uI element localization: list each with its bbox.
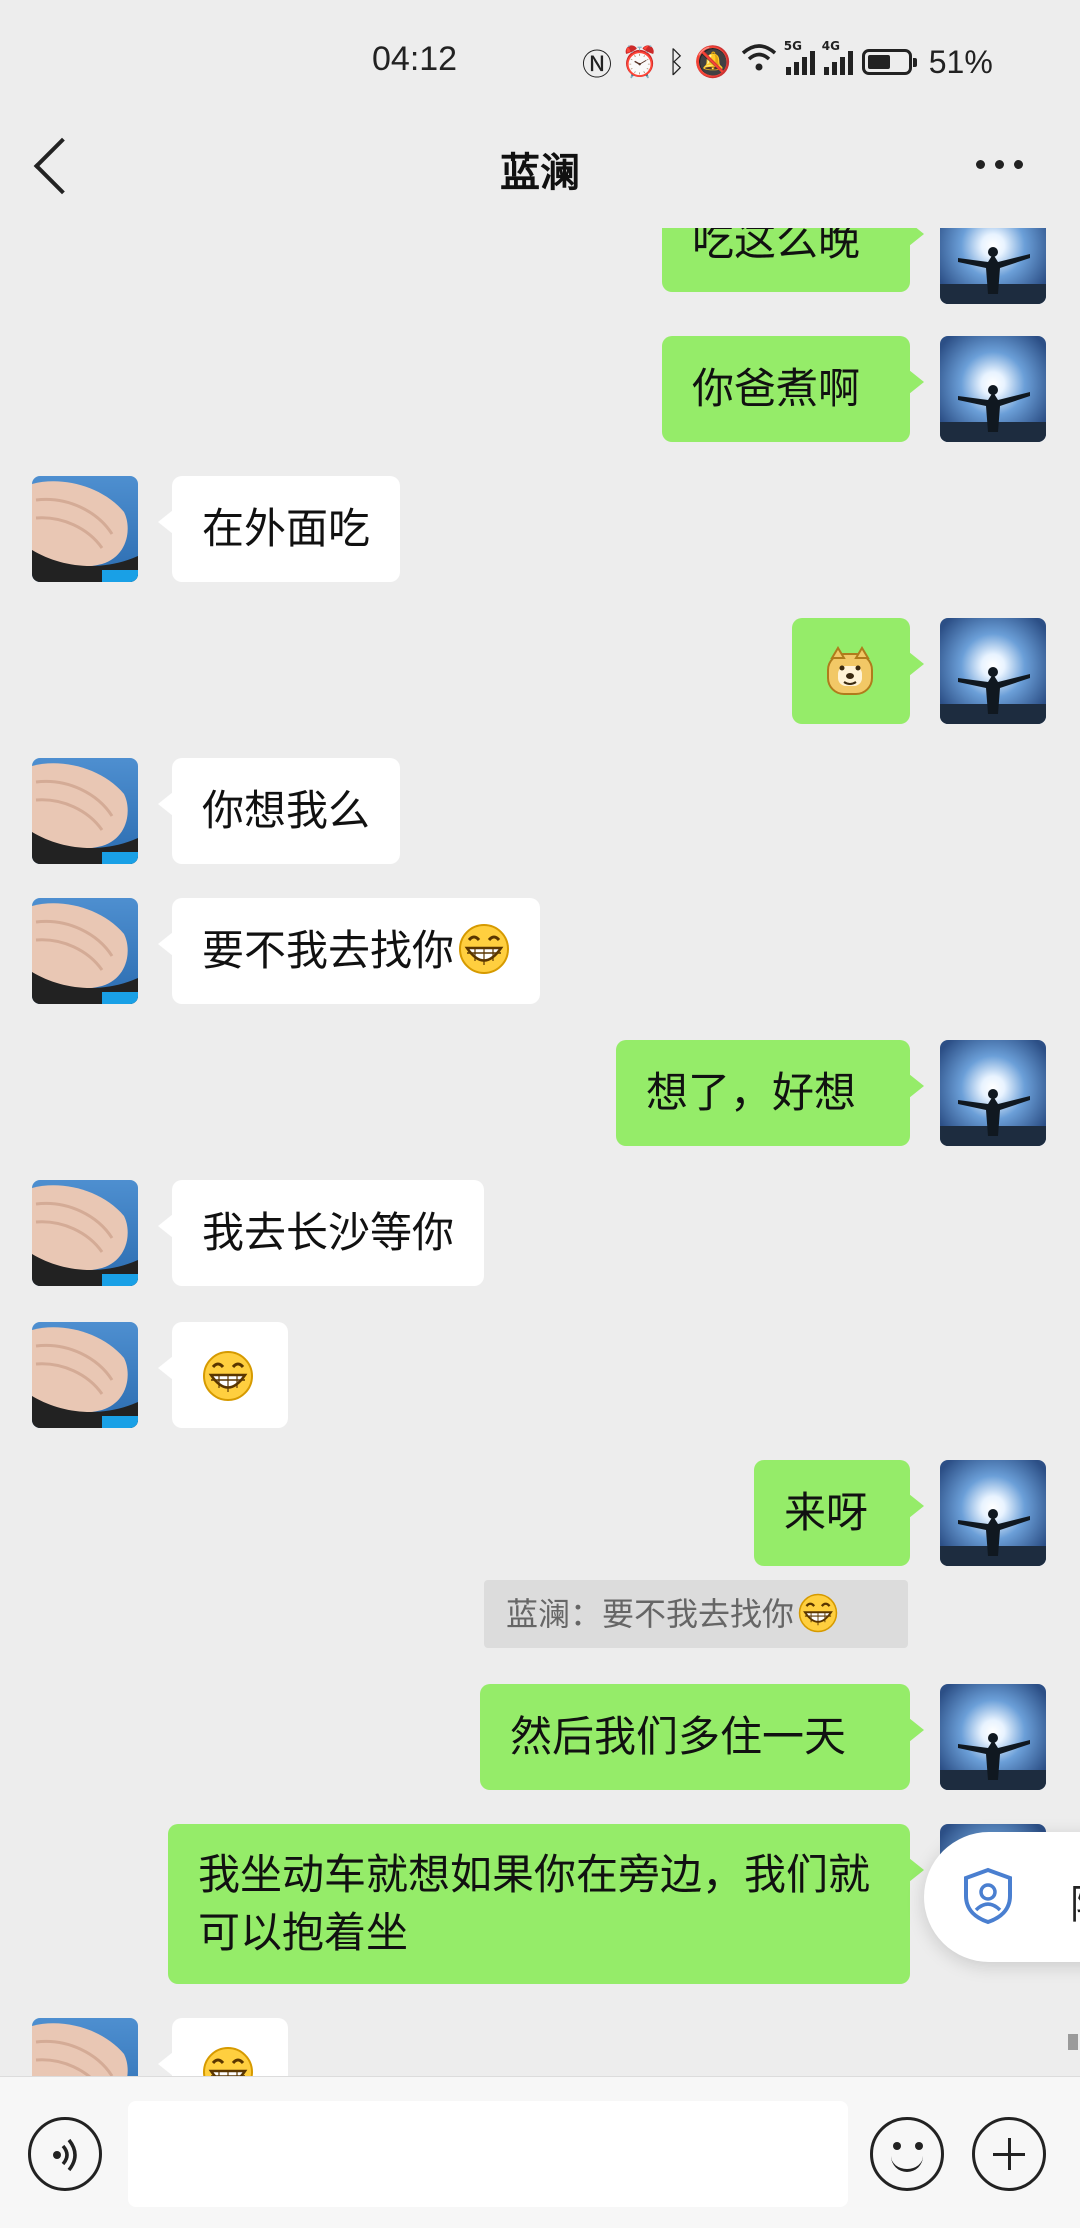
- shield-user-icon: [964, 1867, 1012, 1925]
- chat-title: 蓝澜: [500, 150, 580, 196]
- bluetooth-icon: ᛒ: [667, 44, 686, 80]
- battery-icon: [861, 49, 917, 75]
- message-bubble-incoming[interactable]: 你想我么: [157, 758, 401, 864]
- avatar-self[interactable]: [940, 1460, 1046, 1566]
- avatar-self[interactable]: [940, 1040, 1046, 1146]
- message-bubble-incoming[interactable]: 要不我去找你: [157, 898, 541, 1004]
- grin-emoji: [458, 923, 510, 975]
- message-bubble-outgoing[interactable]: 然后我们多住一天: [480, 1684, 924, 1790]
- message-bubble-outgoing[interactable]: 想了，好想: [616, 1040, 924, 1146]
- voice-icon: [53, 2138, 77, 2172]
- alarm-icon: ⏰: [621, 44, 659, 80]
- avatar-contact[interactable]: [32, 758, 138, 864]
- message-bubble-outgoing[interactable]: 吃这么晚: [662, 228, 924, 292]
- floating-privacy-button[interactable]: 隐: [924, 1832, 1080, 1962]
- avatar-contact[interactable]: [32, 2018, 138, 2076]
- message-list[interactable]: 吃这么晚 你爸煮啊 在外面吃 你想我么 要不我去找你 想了，好想 我去长沙等你 …: [0, 228, 1080, 2076]
- message-bubble-outgoing[interactable]: [792, 618, 924, 724]
- status-bar: 04:12 Ⓝ ⏰ ᛒ 🔕 5G 4G 51%: [0, 0, 1080, 124]
- message-bubble-outgoing[interactable]: 我坐动车就想如果你在旁边，我们就可以抱着坐: [168, 1824, 924, 1984]
- scroll-indicator: [1068, 2034, 1078, 2050]
- nfc-icon: Ⓝ: [582, 48, 612, 83]
- avatar-self[interactable]: [940, 228, 1046, 304]
- avatar-contact[interactable]: [32, 898, 138, 1004]
- avatar-contact[interactable]: [32, 1322, 138, 1428]
- message-bubble-outgoing[interactable]: 来呀: [754, 1460, 924, 1566]
- message-bubble-incoming[interactable]: [158, 2018, 288, 2076]
- grin-emoji: [798, 1593, 838, 1633]
- signal-5g-icon: 5G: [784, 39, 815, 75]
- avatar-self[interactable]: [940, 336, 1046, 442]
- message-bubble-incoming[interactable]: 在外面吃: [157, 476, 401, 582]
- message-input[interactable]: [128, 2101, 848, 2207]
- wifi-icon: [741, 43, 777, 81]
- status-time: 04:12: [372, 40, 458, 78]
- avatar-self[interactable]: [940, 618, 1046, 724]
- input-bar: [0, 2076, 1080, 2228]
- avatar-self[interactable]: [940, 1684, 1046, 1790]
- message-bubble-incoming[interactable]: [158, 1322, 288, 1428]
- grin-emoji: [202, 2046, 254, 2076]
- signal-4g-icon: 4G: [822, 39, 853, 75]
- floating-button-label: 隐: [1070, 1872, 1080, 1930]
- battery-percent: 51%: [928, 43, 993, 80]
- message-bubble-outgoing[interactable]: 你爸煮啊: [662, 336, 924, 442]
- grin-emoji: [202, 1350, 254, 1402]
- plus-icon[interactable]: [972, 2117, 1046, 2191]
- mute-icon: 🔕: [694, 44, 732, 80]
- avatar-contact[interactable]: [32, 1180, 138, 1286]
- avatar-contact[interactable]: [32, 476, 138, 582]
- doge-emoji: [827, 646, 873, 695]
- message-bubble-incoming[interactable]: 我去长沙等你: [157, 1180, 485, 1286]
- status-icons: Ⓝ ⏰ ᛒ 🔕 5G 4G 51%: [582, 39, 993, 83]
- smile-icon[interactable]: [870, 2117, 944, 2191]
- quoted-reply[interactable]: 蓝澜：要不我去找你: [484, 1580, 908, 1648]
- voice-button[interactable]: [28, 2117, 102, 2191]
- more-dots-icon[interactable]: [976, 160, 1023, 169]
